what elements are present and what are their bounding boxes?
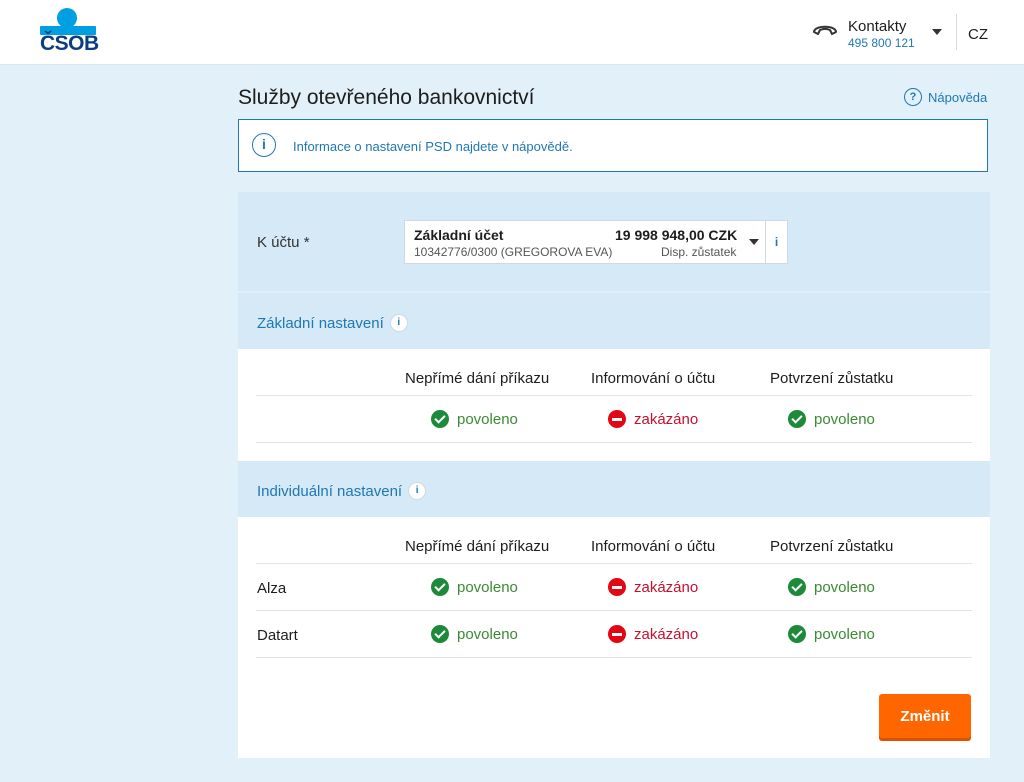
status-allowed: povoleno: [788, 578, 875, 596]
table-row: Datart povoleno zakázáno povoleno: [256, 611, 972, 658]
check-circle-icon: [431, 578, 449, 596]
chevron-down-icon[interactable]: [749, 239, 759, 245]
page-title: Služby otevřeného bankovnictví: [238, 86, 535, 109]
info-text: Informace o nastavení PSD najdete v nápo…: [293, 139, 573, 154]
status-text: povoleno: [457, 410, 518, 428]
language-switch[interactable]: CZ: [968, 26, 988, 43]
info-icon[interactable]: i: [389, 314, 408, 332]
status-text: povoleno: [457, 578, 518, 596]
logo-dot: [57, 8, 77, 28]
status-denied: zakázáno: [608, 625, 698, 643]
logo-text: ČSOB: [40, 32, 99, 55]
status-text: povoleno: [814, 625, 875, 643]
help-link[interactable]: ? Nápověda: [904, 88, 987, 106]
account-select[interactable]: Základní účet 19 998 948,00 CZK 10342776…: [404, 220, 788, 264]
table-row: povoleno zakázáno povoleno: [256, 396, 972, 443]
individual-settings-table: Nepřímé dání příkazu Informování o účtu …: [238, 517, 990, 758]
csob-logo[interactable]: ČSOB: [40, 8, 100, 55]
individual-settings-header: Individuální nastavení i: [238, 461, 990, 517]
account-name: Základní účet: [414, 227, 504, 243]
account-balance-type: Disp. zůstatek: [661, 245, 737, 259]
table-row: Alza povoleno zakázáno povoleno: [256, 564, 972, 611]
contacts-label: Kontakty: [848, 18, 907, 35]
status-denied: zakázáno: [608, 410, 698, 428]
no-entry-icon: [608, 410, 626, 428]
help-label: Nápověda: [928, 89, 988, 105]
chevron-down-icon[interactable]: [932, 29, 942, 35]
status-text: povoleno: [814, 578, 875, 596]
table-header-row: Nepřímé dání příkazu Informování o účtu …: [256, 517, 972, 564]
provider-name: Datart: [257, 627, 298, 644]
status-text: zakázáno: [634, 410, 699, 428]
account-label: K účtu *: [257, 234, 310, 251]
column-header: Potvrzení zůstatku: [770, 370, 894, 387]
column-header: Potvrzení zůstatku: [770, 538, 894, 555]
check-circle-icon: [788, 410, 806, 428]
check-circle-icon: [788, 625, 806, 643]
basic-settings-title-wrap: Základní nastavení i: [257, 314, 408, 332]
basic-settings-title: Základní nastavení: [257, 314, 384, 332]
provider-name: Alza: [257, 580, 287, 597]
status-text: povoleno: [814, 410, 875, 428]
basic-settings-table: Nepřímé dání příkazu Informování o účtu …: [238, 349, 990, 461]
status-allowed: povoleno: [788, 625, 875, 643]
column-header: Informování o účtu: [591, 538, 716, 555]
header-divider: [956, 14, 957, 50]
status-allowed: povoleno: [431, 625, 518, 643]
check-circle-icon: [431, 625, 449, 643]
account-info-icon[interactable]: i: [766, 221, 787, 263]
status-text: zakázáno: [634, 578, 699, 596]
no-entry-icon: [608, 625, 626, 643]
status-text: zakázáno: [634, 625, 699, 643]
column-header: Nepřímé dání příkazu: [405, 538, 550, 555]
info-icon: i: [252, 133, 276, 157]
column-header: Nepřímé dání příkazu: [405, 370, 550, 387]
check-circle-icon: [431, 410, 449, 428]
info-banner: i Informace o nastavení PSD najdete v ná…: [238, 119, 988, 172]
status-allowed: povoleno: [431, 578, 518, 596]
change-button[interactable]: Změnit: [879, 694, 971, 738]
individual-settings-title: Individuální nastavení: [257, 482, 403, 500]
no-entry-icon: [608, 578, 626, 596]
account-balance: 19 998 948,00 CZK: [615, 227, 738, 243]
phone-icon: [813, 25, 837, 35]
header: ČSOB Kontakty 495 800 121 CZ: [0, 0, 1024, 65]
status-text: povoleno: [457, 625, 518, 643]
contacts-phone[interactable]: 495 800 121: [848, 36, 915, 50]
account-number: 10342776/0300 (GREGOROVA EVA): [414, 245, 613, 259]
status-allowed: povoleno: [788, 410, 875, 428]
column-header: Informování o účtu: [591, 370, 716, 387]
question-icon: ?: [904, 88, 922, 106]
status-allowed: povoleno: [431, 410, 518, 428]
check-circle-icon: [788, 578, 806, 596]
status-denied: zakázáno: [608, 578, 698, 596]
individual-settings-title-wrap: Individuální nastavení i: [257, 482, 427, 500]
table-header-row: Nepřímé dání příkazu Informování o účtu …: [256, 349, 972, 396]
info-icon[interactable]: i: [408, 482, 427, 500]
account-panel: K účtu * Základní účet 19 998 948,00 CZK…: [238, 192, 990, 291]
basic-settings-header: Základní nastavení i: [238, 293, 990, 349]
